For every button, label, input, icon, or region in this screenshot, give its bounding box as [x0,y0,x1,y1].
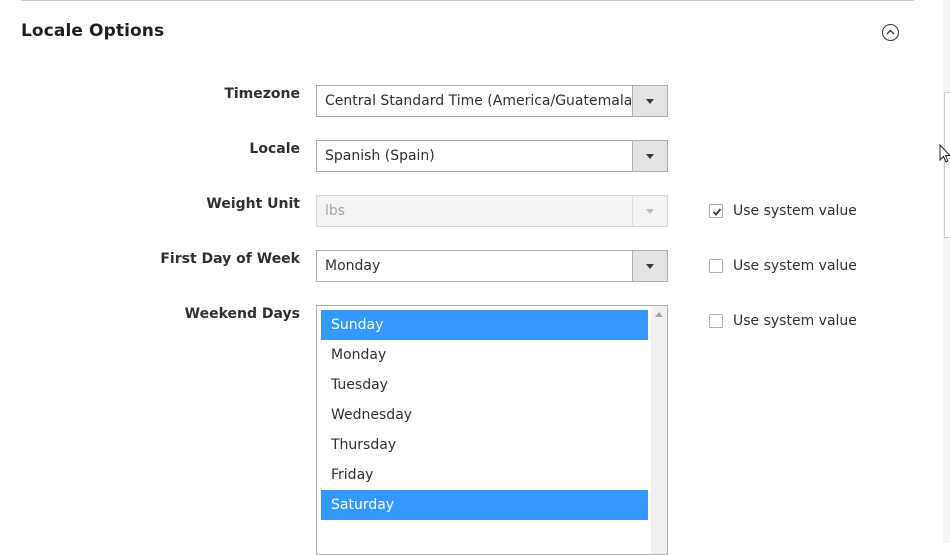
timezone-label: Timezone [224,86,300,102]
collapse-section-button[interactable] [882,24,899,41]
weekend-days-multiselect[interactable]: Sunday Monday Tuesday Wednesday Thursday… [316,305,668,555]
section-divider [21,0,914,1]
use-system-value-label: Use system value [733,203,857,219]
locale-value: Spanish (Spain) [325,148,435,164]
use-system-value-checkbox[interactable] [709,259,723,273]
mouse-cursor-icon [939,143,950,169]
weekend-option-saturday[interactable]: Saturday [321,490,648,520]
dropdown-arrow-icon [632,141,667,171]
weight-unit-label: Weight Unit [206,196,300,212]
first-day-label: First Day of Week [160,251,300,267]
timezone-value: Central Standard Time (America/Guatemala… [325,93,638,109]
weight-unit-use-system-value[interactable]: Use system value [709,203,857,219]
section-title: Locale Options [21,21,165,41]
dropdown-arrow-icon [632,86,667,116]
weekend-option-tuesday[interactable]: Tuesday [321,370,648,400]
use-system-value-label: Use system value [733,313,857,329]
listbox-scrollbar[interactable] [651,306,667,554]
use-system-value-label: Use system value [733,258,857,274]
first-day-value: Monday [325,258,381,274]
weekend-days-use-system-value[interactable]: Use system value [709,313,857,329]
dropdown-arrow-icon [632,251,667,281]
locale-select[interactable]: Spanish (Spain) [316,140,668,172]
weekend-option-sunday[interactable]: Sunday [321,310,648,340]
timezone-select[interactable]: Central Standard Time (America/Guatemala… [316,85,668,117]
page-scrollbar[interactable] [943,0,950,543]
weight-unit-value: lbs [325,203,346,219]
weekend-option-monday[interactable]: Monday [321,340,648,370]
weekend-option-thursday[interactable]: Thursday [321,430,648,460]
weekend-option-friday[interactable]: Friday [321,460,648,490]
weekend-days-label: Weekend Days [184,306,300,322]
use-system-value-checkbox[interactable] [709,314,723,328]
first-day-use-system-value[interactable]: Use system value [709,258,857,274]
weekend-option-wednesday[interactable]: Wednesday [321,400,648,430]
weight-unit-select: lbs [316,195,668,227]
checkmark-icon [712,208,722,216]
use-system-value-checkbox[interactable] [709,204,723,218]
dropdown-arrow-icon [632,196,667,226]
scroll-up-arrow-icon[interactable] [655,312,663,317]
locale-label: Locale [249,141,300,157]
first-day-select[interactable]: Monday [316,250,668,282]
